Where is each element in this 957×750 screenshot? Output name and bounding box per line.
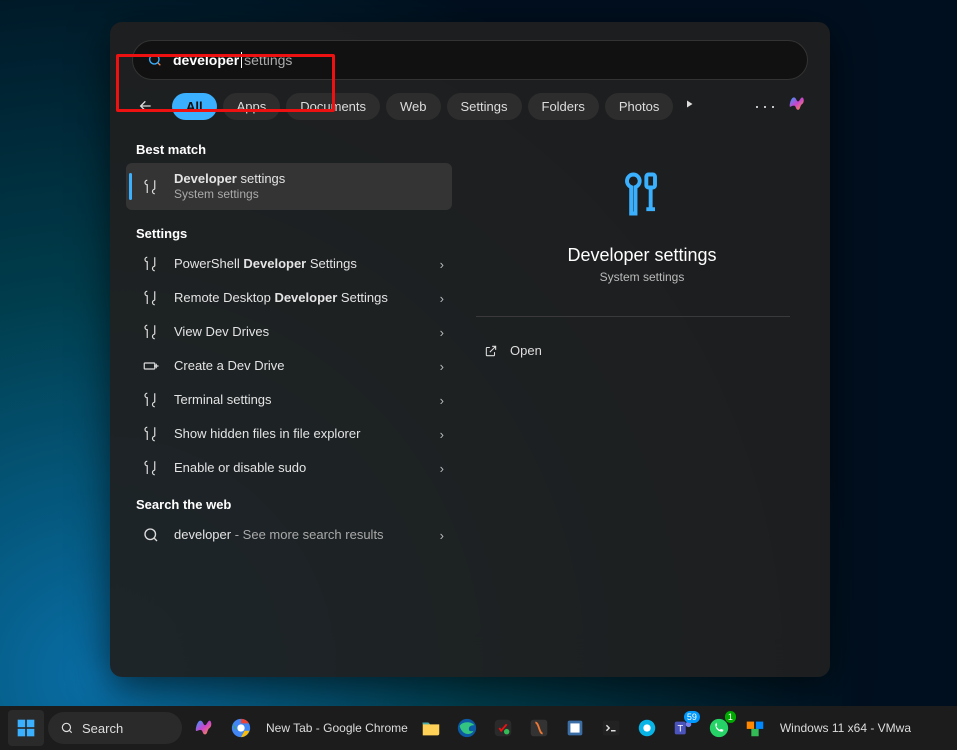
- results-list: Best match Developer settings System set…: [110, 128, 458, 688]
- taskbar-edge[interactable]: [452, 713, 482, 743]
- result-powershell-dev-settings[interactable]: PowerShell Developer Settings ›: [132, 247, 452, 281]
- preview-title: Developer settings: [567, 245, 716, 266]
- search-web-header: Search the web: [136, 497, 452, 512]
- taskbar-vmware[interactable]: [740, 713, 770, 743]
- taskbar-teams[interactable]: T 59: [668, 713, 698, 743]
- taskbar-terminal[interactable]: [596, 713, 626, 743]
- tab-settings[interactable]: Settings: [447, 93, 522, 120]
- search-icon: [140, 526, 162, 544]
- tools-icon: [140, 391, 162, 409]
- tools-icon: [140, 425, 162, 443]
- tools-icon: [140, 178, 162, 196]
- taskbar-chrome-title[interactable]: New Tab - Google Chrome: [266, 721, 408, 735]
- teams-badge: 59: [684, 711, 700, 723]
- search-query-rest: settings: [244, 52, 292, 68]
- preview-pane: Developer settings System settings Open: [458, 128, 830, 688]
- taskbar-explorer[interactable]: [416, 713, 446, 743]
- text-cursor: [241, 52, 242, 68]
- tab-photos[interactable]: Photos: [605, 93, 673, 120]
- tab-apps[interactable]: Apps: [223, 93, 281, 120]
- search-icon: [147, 52, 163, 68]
- result-developer-settings[interactable]: Developer settings System settings: [126, 163, 452, 210]
- search-query-bold: developer: [173, 52, 239, 68]
- tab-all[interactable]: All: [172, 93, 217, 120]
- start-button[interactable]: [8, 710, 44, 746]
- taskbar-app-2[interactable]: [524, 713, 554, 743]
- copilot-icon[interactable]: [788, 94, 808, 119]
- taskbar-app-3[interactable]: [560, 713, 590, 743]
- open-action[interactable]: Open: [476, 335, 808, 366]
- taskbar-app-4[interactable]: [632, 713, 662, 743]
- tools-icon: [140, 289, 162, 307]
- filter-tabs: All Apps Documents Web Settings Folders …: [132, 92, 808, 120]
- back-button[interactable]: [132, 92, 160, 120]
- result-remote-desktop-dev-settings[interactable]: Remote Desktop Developer Settings ›: [132, 281, 452, 315]
- tools-icon: [140, 459, 162, 477]
- result-create-dev-drive[interactable]: Create a Dev Drive ›: [132, 349, 452, 383]
- svg-text:T: T: [677, 724, 683, 734]
- chevron-right-icon: ›: [440, 393, 444, 408]
- divider: [476, 316, 790, 317]
- result-terminal-settings[interactable]: Terminal settings ›: [132, 383, 452, 417]
- best-match-header: Best match: [136, 142, 452, 157]
- chevron-right-icon: ›: [440, 359, 444, 374]
- result-search-web-developer[interactable]: developer - See more search results ›: [132, 518, 452, 552]
- tab-documents[interactable]: Documents: [286, 93, 380, 120]
- preview-icon: [616, 168, 668, 225]
- taskbar-vmware-title[interactable]: Windows 11 x64 - VMwa: [780, 721, 911, 735]
- more-options-button[interactable]: ···: [754, 96, 778, 117]
- taskbar-copilot[interactable]: [190, 713, 220, 743]
- search-icon: [60, 721, 74, 735]
- taskbar-chrome[interactable]: [226, 713, 256, 743]
- search-input[interactable]: developer settings: [132, 40, 808, 80]
- chevron-right-icon: ›: [440, 257, 444, 272]
- drive-plus-icon: [140, 357, 162, 375]
- tools-icon: [140, 255, 162, 273]
- result-view-dev-drives[interactable]: View Dev Drives ›: [132, 315, 452, 349]
- tools-icon: [140, 323, 162, 341]
- chevron-right-icon: ›: [440, 427, 444, 442]
- tabs-overflow-button[interactable]: [683, 97, 695, 115]
- chevron-right-icon: ›: [440, 461, 444, 476]
- result-enable-disable-sudo[interactable]: Enable or disable sudo ›: [132, 451, 452, 485]
- result-show-hidden-files[interactable]: Show hidden files in file explorer ›: [132, 417, 452, 451]
- taskbar: Search New Tab - Google Chrome T 59 1 Wi…: [0, 706, 957, 750]
- taskbar-search[interactable]: Search: [48, 712, 182, 744]
- whatsapp-badge: 1: [725, 711, 736, 723]
- windows-logo-icon: [16, 718, 36, 738]
- tab-folders[interactable]: Folders: [528, 93, 599, 120]
- start-search-flyout: developer settings All Apps Documents Web…: [110, 22, 830, 677]
- chevron-right-icon: ›: [440, 528, 444, 543]
- taskbar-whatsapp[interactable]: 1: [704, 713, 734, 743]
- chevron-right-icon: ›: [440, 291, 444, 306]
- open-icon: [484, 344, 498, 358]
- taskbar-app-1[interactable]: [488, 713, 518, 743]
- chevron-right-icon: ›: [440, 325, 444, 340]
- settings-header: Settings: [136, 226, 452, 241]
- tab-web[interactable]: Web: [386, 93, 441, 120]
- preview-subtitle: System settings: [600, 270, 685, 284]
